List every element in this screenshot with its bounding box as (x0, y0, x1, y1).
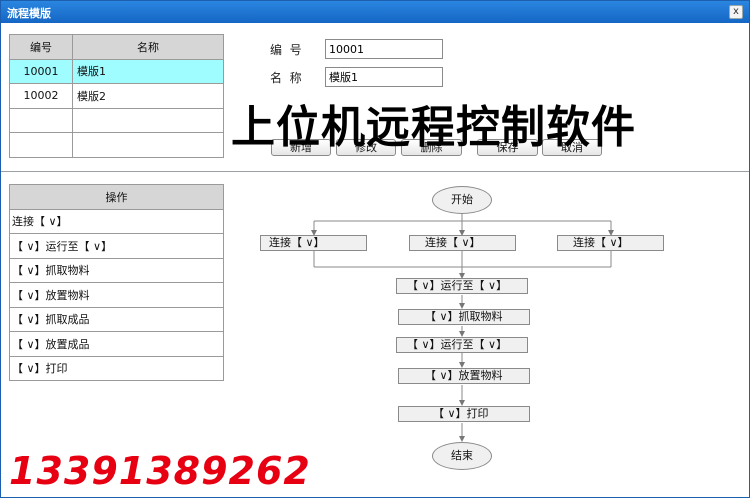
flow-connect-node[interactable]: 连接【 ∨】 (260, 235, 367, 251)
flow-end-node[interactable]: 结束 (432, 442, 492, 470)
phone-number-watermark: 13391389262 (9, 449, 311, 493)
flow-step-node[interactable]: 【 ∨】打印 (398, 406, 530, 422)
flow-start-node[interactable]: 开始 (432, 186, 492, 214)
flow-connect-node[interactable]: 连接【 ∨】 (409, 235, 516, 251)
flow-step-node[interactable]: 【 ∨】放置物料 (398, 368, 530, 384)
flow-step-node[interactable]: 【 ∨】抓取物料 (398, 309, 530, 325)
flow-template-window: 流程模版 x 编号 名称 10001 模版1 10002 模版2 编 号 名 称… (0, 0, 750, 498)
flow-connect-node[interactable]: 连接【 ∨】 (557, 235, 664, 251)
flow-step-node[interactable]: 【 ∨】运行至【 ∨】 (396, 337, 528, 353)
flow-step-node[interactable]: 【 ∨】运行至【 ∨】 (396, 278, 528, 294)
